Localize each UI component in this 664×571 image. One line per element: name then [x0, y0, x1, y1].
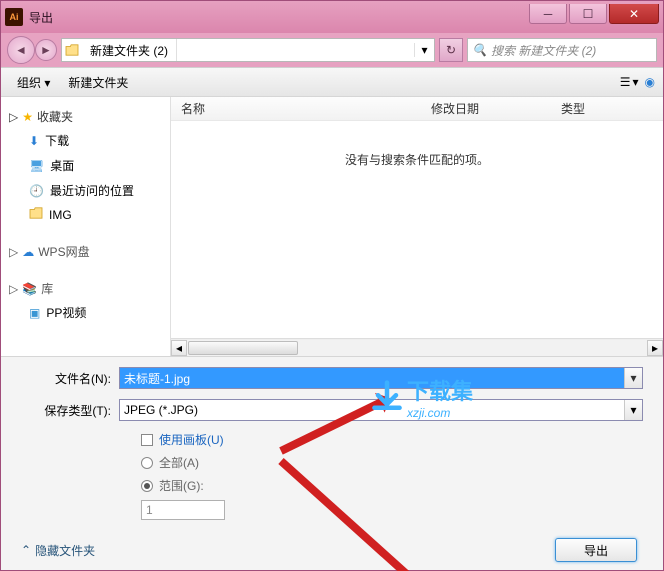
filename-dropdown[interactable]: ▾	[624, 368, 642, 388]
all-radio[interactable]: 全部(A)	[141, 454, 643, 471]
search-input[interactable]: 🔍 搜索 新建文件夹 (2)	[467, 38, 657, 62]
new-folder-button[interactable]: 新建文件夹	[60, 71, 136, 94]
savetype-label: 保存类型(T):	[21, 402, 111, 419]
breadcrumb[interactable]: 新建文件夹 (2) ▾	[61, 38, 435, 62]
desktop-icon: 🖥	[29, 159, 44, 173]
chevron-down-icon: ▾	[44, 76, 50, 90]
file-list-pane: 名称 修改日期 类型 没有与搜索条件匹配的项。 ◂ ▸	[171, 97, 663, 356]
library-icon: 📚	[22, 282, 37, 296]
cloud-icon: ☁	[22, 245, 34, 259]
nav-row: ◄ ► 新建文件夹 (2) ▾ ↻ 🔍 搜索 新建文件夹 (2)	[1, 33, 663, 67]
range-input[interactable]: 1	[141, 500, 225, 520]
organize-button[interactable]: 组织 ▾	[9, 71, 58, 94]
libraries-header[interactable]: ▷ 📚 库	[1, 277, 170, 300]
use-artboard-checkbox[interactable]: 使用画板(U)	[141, 431, 643, 448]
breadcrumb-segment[interactable]: 新建文件夹 (2)	[82, 39, 177, 61]
bottom-panel: 文件名(N): 未标题-1.jpg ▾ 保存类型(T): JPEG (*.JPG…	[1, 356, 663, 570]
col-type[interactable]: 类型	[551, 100, 663, 117]
main-area: ▷ ★ 收藏夹 ⬇ 下载 🖥 桌面 🕘 最近访问的位置	[1, 97, 663, 356]
minimize-button[interactable]: ─	[529, 4, 567, 24]
export-button[interactable]: 导出	[555, 538, 637, 562]
sidebar-item-desktop[interactable]: 🖥 桌面	[1, 153, 170, 178]
folder-icon	[29, 207, 43, 222]
title-bar: Ai 导出 ─ ☐ ✕	[1, 1, 663, 33]
nav-back-button[interactable]: ◄	[7, 36, 35, 64]
filename-label: 文件名(N):	[21, 370, 111, 387]
search-icon: 🔍	[472, 43, 487, 57]
app-icon: Ai	[5, 8, 23, 26]
horizontal-scrollbar[interactable]: ◂ ▸	[171, 338, 663, 356]
view-button[interactable]: ☰ ▾	[620, 75, 639, 89]
chevron-down-icon: ▾	[632, 75, 638, 89]
sidebar-item-recent[interactable]: 🕘 最近访问的位置	[1, 178, 170, 203]
view-icon: ☰	[620, 75, 631, 89]
search-placeholder: 搜索 新建文件夹 (2)	[491, 42, 596, 59]
video-icon: ▣	[29, 306, 40, 320]
scroll-thumb[interactable]	[188, 341, 298, 355]
filename-input[interactable]: 未标题-1.jpg ▾	[119, 367, 643, 389]
favorites-header[interactable]: ▷ ★ 收藏夹	[1, 105, 170, 128]
wps-header[interactable]: ▷ ☁ WPS网盘	[1, 240, 170, 263]
col-name[interactable]: 名称	[171, 100, 421, 117]
window-title: 导出	[29, 9, 529, 26]
empty-state: 没有与搜索条件匹配的项。	[171, 121, 663, 338]
radio-icon	[141, 480, 153, 492]
sidebar: ▷ ★ 收藏夹 ⬇ 下载 🖥 桌面 🕘 最近访问的位置	[1, 97, 171, 356]
scroll-right-button[interactable]: ▸	[647, 340, 663, 356]
export-options: 使用画板(U) 全部(A) 范围(G): 1 下载集 xzji.com	[21, 431, 643, 520]
radio-icon	[141, 457, 153, 469]
chevron-icon: ▷	[9, 110, 18, 124]
collapse-icon: ⌃	[21, 543, 31, 557]
savetype-select[interactable]: JPEG (*.JPG) ▾	[119, 399, 643, 421]
refresh-button[interactable]: ↻	[439, 38, 463, 62]
checkbox-icon	[141, 434, 153, 446]
scroll-left-button[interactable]: ◂	[171, 340, 187, 356]
star-icon: ★	[22, 110, 33, 124]
savetype-dropdown[interactable]: ▾	[624, 400, 642, 420]
hide-folders-toggle[interactable]: ⌃ 隐藏文件夹	[21, 542, 95, 559]
close-button[interactable]: ✕	[609, 4, 659, 24]
download-icon: ⬇	[29, 134, 39, 148]
sidebar-item-downloads[interactable]: ⬇ 下载	[1, 128, 170, 153]
sidebar-item-ppvideo[interactable]: ▣ PP视频	[1, 300, 170, 325]
folder-icon	[62, 44, 82, 56]
recent-icon: 🕘	[29, 184, 44, 198]
col-date[interactable]: 修改日期	[421, 100, 551, 117]
maximize-button[interactable]: ☐	[569, 4, 607, 24]
breadcrumb-dropdown[interactable]: ▾	[414, 43, 434, 57]
help-button[interactable]: ◉	[645, 75, 655, 89]
range-radio[interactable]: 范围(G):	[141, 477, 643, 494]
export-dialog: Ai 导出 ─ ☐ ✕ ◄ ► 新建文件夹 (2) ▾ ↻ 🔍 搜索 新建文件夹…	[0, 0, 664, 571]
chevron-icon: ▷	[9, 282, 18, 296]
sidebar-item-img[interactable]: IMG	[1, 203, 170, 226]
column-headers: 名称 修改日期 类型	[171, 97, 663, 121]
dialog-footer: ⌃ 隐藏文件夹 导出	[21, 530, 643, 562]
toolbar: 组织 ▾ 新建文件夹 ☰ ▾ ◉	[1, 67, 663, 97]
nav-forward-button[interactable]: ►	[35, 39, 57, 61]
chevron-icon: ▷	[9, 245, 18, 259]
